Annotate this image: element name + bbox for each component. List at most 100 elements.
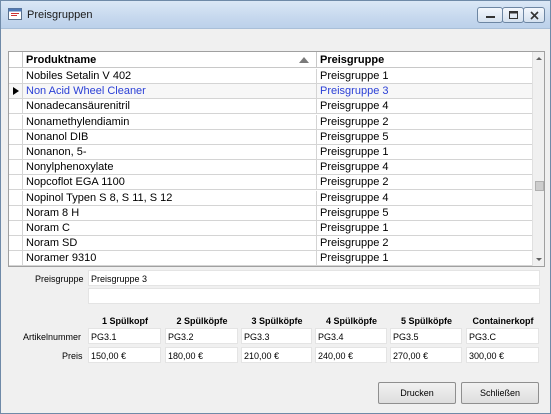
artikelnummer-label: Artikelnummer [23,332,82,342]
column-header: 4 Spülköpfe [325,316,377,326]
preisgruppe-label: Preisgruppe [35,274,84,284]
row-selector[interactable] [9,84,23,100]
close-button[interactable]: Schließen [461,382,539,404]
price-group-cell[interactable]: Preisgruppe 5 [317,130,532,145]
artikelnummer-field[interactable]: PG3.2 [165,328,238,344]
table-row[interactable]: Nopcoflot EGA 1100 Preisgruppe 2 [9,175,532,191]
price-group-cell[interactable]: Preisgruppe 1 [317,221,532,236]
print-button[interactable]: Drucken [378,382,456,404]
row-selector[interactable] [9,160,23,176]
price-group-cell[interactable]: Preisgruppe 4 [317,191,532,206]
product-name-cell[interactable]: Noramer 9310 [23,251,317,266]
price-group-cell[interactable]: Preisgruppe 4 [317,160,532,175]
minimize-icon [486,16,495,18]
table-row[interactable]: Nobiles Setalin V 402 Preisgruppe 1 [9,69,532,84]
sort-ascending-icon [299,57,309,63]
price-group-cell[interactable]: Preisgruppe 3 [317,84,532,99]
maximize-icon [509,11,518,19]
column-header: 1 Spülkopf [101,316,148,326]
table-row[interactable]: Noramer 9310 Preisgruppe 1 [9,251,532,266]
price-group-cell[interactable]: Preisgruppe 1 [317,251,532,266]
row-selector-header[interactable] [9,52,23,68]
table-row[interactable]: Noram 8 H Preisgruppe 5 [9,205,532,221]
grid-header: Produktname Preisgruppe [9,52,532,68]
product-name-cell[interactable]: Nobiles Setalin V 402 [23,69,317,84]
artikelnummer-field[interactable]: PG3.3 [241,328,312,344]
product-name-cell[interactable]: Noram 8 H [23,205,317,221]
preisgruppen-window: Preisgruppen Produktname Preisgruppe Nob… [0,0,551,414]
product-name-cell[interactable]: Nonylphenoxylate [23,160,317,176]
product-name-cell[interactable]: Noram C [23,221,317,236]
price-group-cell[interactable]: Preisgruppe 5 [317,206,532,221]
artikelnummer-field[interactable]: PG3.5 [390,328,462,344]
column-header: Containerkopf [472,316,534,326]
artikelnummer-field[interactable]: PG3.1 [88,328,161,344]
title-bar[interactable]: Preisgruppen [1,1,550,29]
price-group-cell[interactable]: Preisgruppe 2 [317,236,532,251]
preis-field[interactable]: 150,00 € [88,347,161,363]
preis-field[interactable]: 300,00 € [466,347,539,363]
row-selector[interactable] [9,221,23,236]
table-row[interactable]: Nonanon, 5- Preisgruppe 1 [9,145,532,160]
preis-field[interactable]: 240,00 € [315,347,387,363]
preis-label: Preis [62,351,83,361]
table-row[interactable]: Nonylphenoxylate Preisgruppe 4 [9,160,532,176]
scroll-up-button[interactable] [533,52,544,65]
price-group-cell[interactable]: Preisgruppe 1 [317,145,532,160]
table-row[interactable]: Nonanol DIB Preisgruppe 5 [9,129,532,145]
row-selector[interactable] [9,251,23,266]
table-row[interactable]: Non Acid Wheel Cleaner Preisgruppe 3 [9,84,532,100]
scroll-down-icon [536,258,542,261]
column-header-group-label: Preisgruppe [320,54,385,66]
row-selector[interactable] [9,145,23,160]
product-name-cell[interactable]: Nopcoflot EGA 1100 [23,175,317,191]
maximize-button[interactable] [502,7,524,23]
table-row[interactable]: Noram C Preisgruppe 1 [9,221,532,236]
preis-field[interactable]: 210,00 € [241,347,312,363]
row-selector[interactable] [9,99,23,115]
product-name-cell[interactable]: Nonadecansäurenitril [23,99,317,115]
row-selector[interactable] [9,69,23,84]
price-group-cell[interactable]: Preisgruppe 2 [317,175,532,190]
product-name-cell[interactable]: Nonanol DIB [23,129,317,145]
product-name-cell[interactable]: Nopinol Typen S 8, S 11, S 12 [23,190,317,206]
column-header: 5 Spülköpfe [400,316,452,326]
scroll-up-icon [536,57,542,60]
table-row[interactable]: Noram SD Preisgruppe 2 [9,236,532,252]
scroll-down-button[interactable] [533,253,544,266]
column-header: 3 Spülköpfe [251,316,303,326]
column-header-product[interactable]: Produktname [23,52,317,68]
column-header-product-label: Produktname [26,54,97,66]
product-name-cell[interactable]: Nonamethylendiamin [23,114,317,130]
table-row[interactable]: Nonamethylendiamin Preisgruppe 2 [9,114,532,130]
row-selector[interactable] [9,205,23,221]
table-row[interactable]: Nopinol Typen S 8, S 11, S 12 Preisgruppe… [9,190,532,206]
column-header-group[interactable]: Preisgruppe [317,52,532,68]
row-selector[interactable] [9,175,23,191]
product-name-cell[interactable]: Noram SD [23,236,317,252]
row-selector[interactable] [9,236,23,252]
close-icon [530,11,539,20]
scrollbar-thumb[interactable] [535,181,544,191]
product-name-cell[interactable]: Non Acid Wheel Cleaner [23,84,317,100]
price-group-cell[interactable]: Preisgruppe 2 [317,115,532,130]
price-group-cell[interactable]: Preisgruppe 1 [317,69,532,84]
close-window-button[interactable] [523,7,545,23]
current-row-arrow-icon [13,87,19,96]
vertical-scrollbar[interactable] [532,52,544,266]
table-row[interactable]: Nonadecansäurenitril Preisgruppe 4 [9,99,532,115]
preisgruppe-field[interactable]: Preisgruppe 3 [88,270,540,286]
row-selector[interactable] [9,129,23,145]
product-name-cell[interactable]: Nonanon, 5- [23,145,317,160]
column-header: 2 Spülköpfe [176,316,228,326]
price-group-cell[interactable]: Preisgruppe 4 [317,99,532,114]
row-selector[interactable] [9,190,23,206]
artikelnummer-field[interactable]: PG3.C [466,328,539,344]
row-selector[interactable] [9,114,23,130]
preis-field[interactable]: 270,00 € [390,347,462,363]
artikelnummer-field[interactable]: PG3.4 [315,328,387,344]
minimize-button[interactable] [477,7,503,23]
preis-field[interactable]: 180,00 € [165,347,238,363]
description-field[interactable] [88,288,540,304]
price-group-grid[interactable]: Produktname Preisgruppe Nobiles Setalin … [8,51,545,267]
